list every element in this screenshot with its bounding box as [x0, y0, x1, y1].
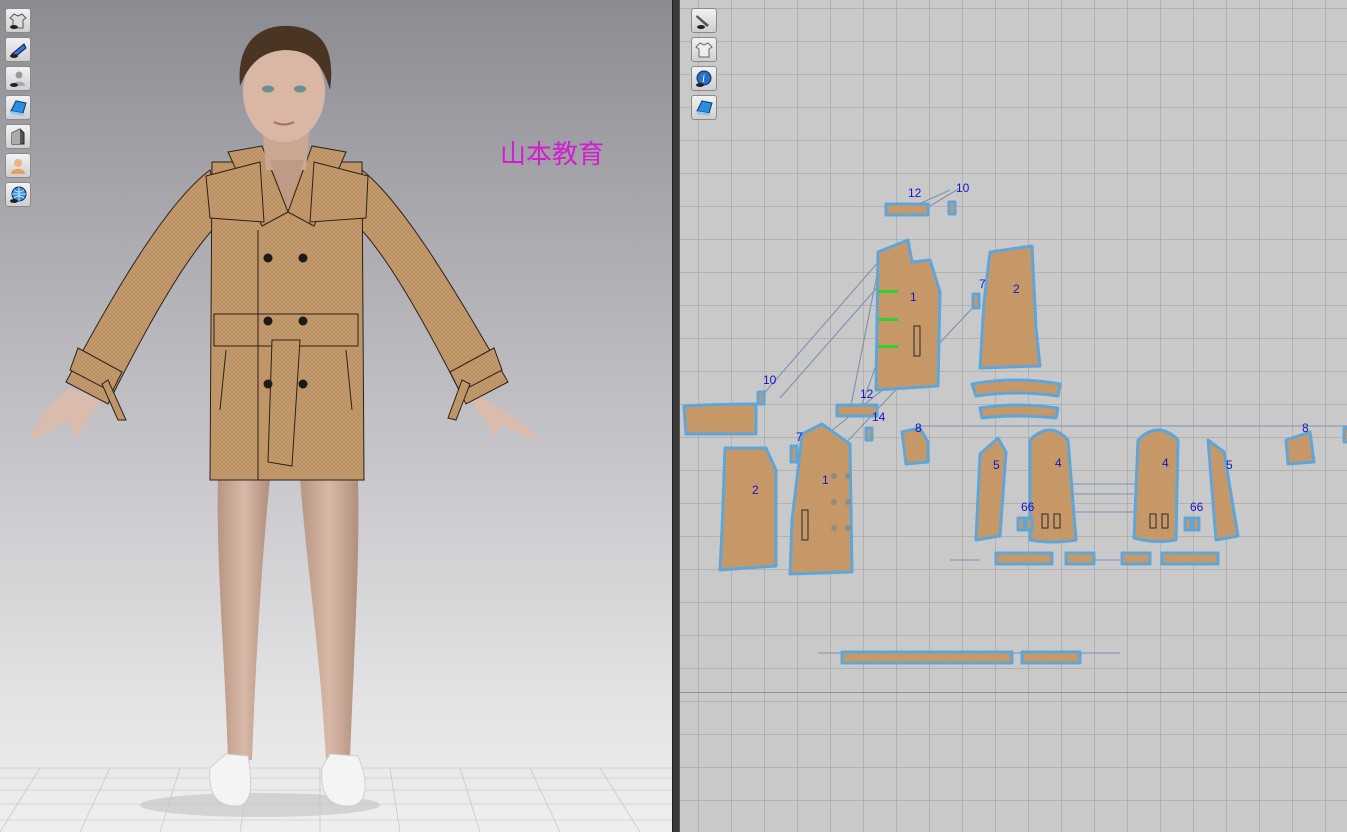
pattern-piece-12-mid: [835, 403, 879, 418]
info-icon[interactable]: i: [691, 66, 717, 91]
sewing-lines: [759, 187, 1347, 654]
2d-pattern-window[interactable]: 12 10 1 2 7 10 12 14 7 2 1 8 5 4 66 4 66…: [680, 0, 1347, 832]
label-66-right: 66: [1190, 500, 1204, 514]
pattern-piece-1-front-bottom: [788, 422, 854, 576]
label-2-back-bottom: 2: [752, 483, 759, 497]
label-10-top: 10: [956, 181, 970, 195]
pattern-piece-10-left: [682, 402, 758, 436]
pattern-piece-1-front-top: [874, 238, 942, 392]
texture-view-icon[interactable]: [5, 95, 31, 120]
label-12-top: 12: [908, 186, 922, 200]
show-garment-icon[interactable]: [5, 8, 31, 33]
pattern-piece-collar-bottom: [978, 403, 1060, 420]
svg-text:i: i: [702, 74, 705, 85]
show-pattern-icon[interactable]: [5, 37, 31, 62]
label-66-left: 66: [1021, 500, 1035, 514]
label-8-left: 8: [915, 421, 922, 435]
label-5-right: 5: [1226, 458, 1233, 472]
2d-view-toolbar: i: [691, 8, 717, 120]
avatar-scene: [0, 25, 672, 832]
3d-view-toolbar: [5, 8, 31, 207]
app-window: 山本教育 12 10 1 2 7 10 12 14 7 2 1 8 5 4 66…: [0, 0, 1347, 832]
label-7-top: 7: [979, 277, 986, 291]
watermark-text: 山本教育: [500, 140, 605, 170]
label-14: 14: [872, 410, 886, 424]
pattern-piece-4-left: [1028, 428, 1078, 544]
show-avatar-icon[interactable]: [5, 66, 31, 91]
pattern-piece-5-right: [1206, 438, 1240, 542]
label-4-right: 4: [1162, 456, 1169, 470]
label-12-mid: 12: [860, 387, 874, 401]
3d-viewport[interactable]: 山本教育: [0, 0, 672, 832]
avatar-legs: [209, 478, 366, 807]
pattern-board: 12 10 1 2 7 10 12 14 7 2 1 8 5 4 66 4 66…: [682, 181, 1347, 665]
pattern-pieces: [682, 200, 1347, 665]
label-7-mid: 7: [796, 430, 803, 444]
show-garment-2d-icon[interactable]: [691, 37, 717, 62]
label-5-left: 5: [993, 458, 1000, 472]
label-4-left: 4: [1055, 456, 1062, 470]
label-1-front-bottom: 1: [822, 473, 829, 487]
texture-2d-icon[interactable]: [691, 95, 717, 120]
edit-pattern-icon[interactable]: [691, 8, 717, 33]
pattern-piece-collar-top: [970, 378, 1062, 398]
pattern-piece-7-mid: [789, 444, 799, 464]
pattern-piece-10-small: [756, 390, 766, 406]
pattern-piece-8-right: [1284, 430, 1316, 466]
label-2-back-top: 2: [1013, 282, 1020, 296]
pattern-piece-10-top: [947, 200, 957, 216]
pattern-piece-belt-long: [840, 650, 1014, 665]
label-1-front-top: 1: [910, 290, 917, 304]
pattern-piece-12-top: [884, 202, 930, 217]
pattern-piece-5-left: [974, 436, 1008, 542]
pattern-piece-14: [864, 426, 874, 442]
pattern-piece-2-back-bottom: [718, 446, 778, 572]
label-10-left: 10: [763, 373, 777, 387]
pattern-piece-2-back-top: [978, 244, 1042, 370]
pattern-piece-7-top: [971, 292, 981, 310]
avatar-skin-icon[interactable]: [5, 153, 31, 178]
view-splitter[interactable]: [672, 0, 680, 832]
shading-icon[interactable]: [5, 124, 31, 149]
label-8-right: 8: [1302, 421, 1309, 435]
show-grid-icon[interactable]: [5, 182, 31, 207]
pattern-piece-belt-short: [1020, 650, 1082, 665]
